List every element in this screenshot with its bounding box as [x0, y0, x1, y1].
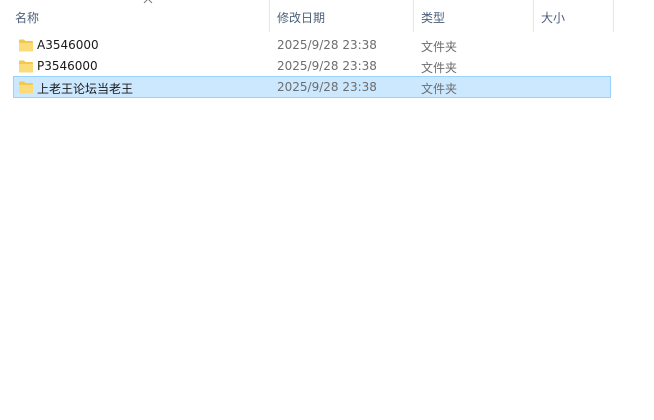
- file-row[interactable]: P3546000 2025/9/28 23:38 文件夹: [13, 55, 611, 77]
- folder-icon: [19, 39, 33, 52]
- folder-icon: [19, 81, 33, 94]
- column-header-date-label: 修改日期: [277, 11, 326, 25]
- column-header-type-label: 类型: [421, 11, 446, 25]
- file-date: 2025/9/28 23:38: [277, 80, 377, 94]
- folder-icon: [19, 60, 33, 73]
- file-date: 2025/9/28 23:38: [277, 59, 377, 73]
- file-date: 2025/9/28 23:38: [277, 38, 377, 52]
- column-header-name-label: 名称: [15, 11, 40, 25]
- column-header-name[interactable]: 名称: [8, 0, 270, 32]
- column-header-type[interactable]: 类型: [414, 0, 534, 32]
- file-name: A3546000: [37, 38, 99, 52]
- file-type: 文件夹: [421, 40, 458, 54]
- file-type: 文件夹: [421, 61, 458, 75]
- file-name: 上老王论坛当老王: [37, 82, 134, 96]
- column-header-size[interactable]: 大小: [534, 0, 614, 32]
- chevron-up-icon: [143, 0, 153, 4]
- file-type: 文件夹: [421, 82, 458, 96]
- file-row-selected[interactable]: 上老王论坛当老王 2025/9/28 23:38 文件夹: [13, 76, 611, 98]
- column-header-bar: 名称 修改日期 类型 大小: [0, 0, 654, 32]
- file-name: P3546000: [37, 59, 98, 73]
- column-header-date[interactable]: 修改日期: [270, 0, 414, 32]
- column-header-size-label: 大小: [541, 11, 566, 25]
- file-row[interactable]: A3546000 2025/9/28 23:38 文件夹: [13, 34, 611, 56]
